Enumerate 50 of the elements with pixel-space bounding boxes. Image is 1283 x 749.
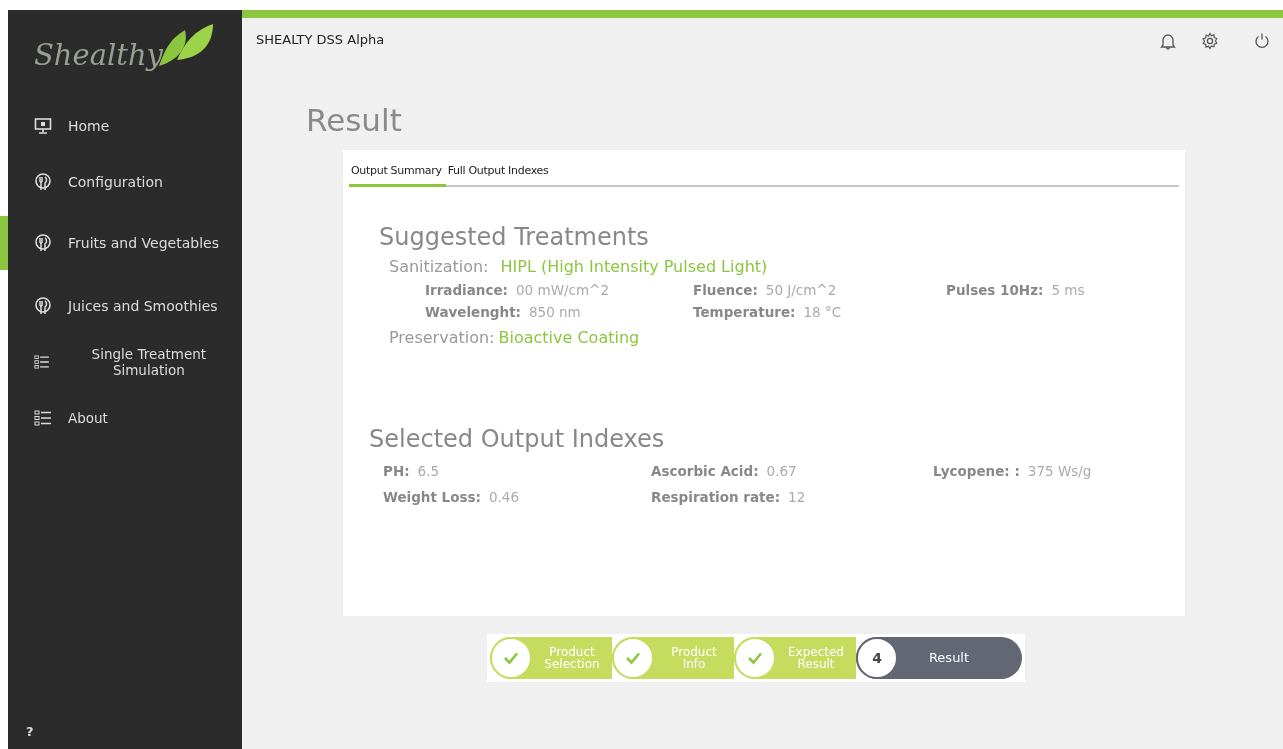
index-label: PH:	[383, 463, 410, 479]
treatment-label: Sanitization:	[389, 257, 489, 276]
nav-item[interactable]: Single Treatment Simulation	[0, 342, 242, 382]
step-number: 4	[872, 652, 882, 664]
treatment-value: Bioactive Coating	[498, 328, 640, 347]
param-value: 50 J/cm^2	[765, 282, 837, 298]
index-value: 12	[788, 489, 806, 505]
param-value: 18 °C	[803, 304, 842, 320]
treatment-label: Preservation:	[389, 328, 495, 347]
list-icon	[34, 353, 50, 371]
check-icon	[747, 651, 763, 665]
monitor-icon	[34, 117, 52, 135]
param-label: Pulses 10Hz:	[946, 282, 1044, 298]
index-value: 375 Ws/g	[1027, 463, 1092, 479]
logo-text: Shealthy	[34, 38, 163, 72]
index-label: Ascorbic Acid:	[651, 463, 759, 479]
index-value: 0.67	[766, 463, 797, 479]
param-label: Wavelenght:	[425, 304, 521, 320]
param-label: Irradiance:	[425, 282, 509, 298]
param-value: 00 mW/cm^2	[516, 282, 610, 298]
param-value: 5 ms	[1051, 282, 1085, 298]
fork-knife-icon	[34, 297, 52, 315]
index-label: Respiration rate:	[651, 489, 781, 505]
fork-knife-icon	[34, 173, 52, 191]
param-label: Fluence:	[693, 282, 758, 298]
section-heading: Suggested Treatments	[379, 223, 650, 251]
index-label: Weight Loss:	[383, 489, 481, 505]
param-label: Temperature:	[693, 304, 796, 320]
list-icon	[34, 409, 52, 427]
fork-knife-icon	[34, 234, 52, 252]
index-label: Lycopene: :	[933, 463, 1020, 479]
section-heading: Selected Output Indexes	[369, 425, 666, 453]
check-icon	[503, 651, 519, 665]
page-title: Result	[306, 102, 403, 140]
nav-item[interactable]: About	[0, 398, 242, 438]
tab[interactable]: Output Summary	[349, 162, 446, 187]
notification-bell-icon[interactable]	[1159, 32, 1177, 50]
nav-item[interactable]: Configuration	[0, 162, 242, 202]
treatment-value: HIPL (High Intensity Pulsed Light)	[500, 257, 768, 276]
check-icon	[625, 651, 641, 665]
app-title: SHEALTY DSS Alpha	[256, 32, 385, 49]
index-value: 0.46	[488, 489, 520, 505]
help-button[interactable]: ?	[8, 724, 34, 749]
power-icon[interactable]	[1253, 32, 1271, 50]
tab[interactable]: Full Output Indexes	[445, 162, 553, 187]
index-value: 6.5	[417, 463, 440, 479]
settings-icon[interactable]	[1201, 32, 1219, 50]
param-value: 850 nm	[529, 304, 581, 320]
nav-item[interactable]: Juices and Smoothies	[0, 286, 242, 326]
nav-item[interactable]: Home	[0, 106, 242, 146]
